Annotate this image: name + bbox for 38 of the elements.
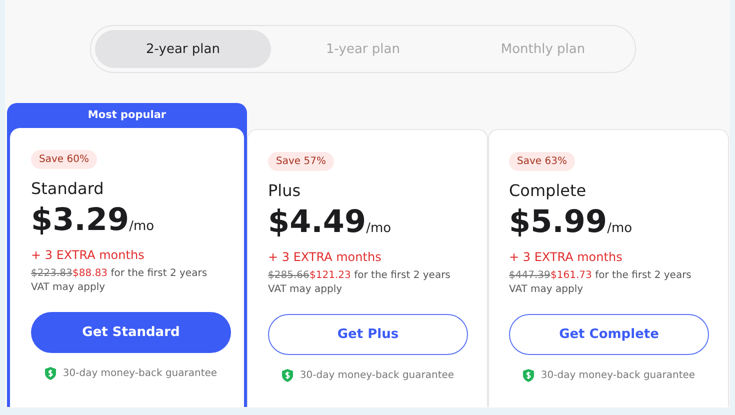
get-plan-button[interactable]: Get Standard	[31, 312, 231, 353]
old-price: $223.83	[31, 268, 72, 279]
plan-name: Complete	[509, 181, 588, 200]
discount-badge: Save 63%	[509, 152, 575, 171]
shield-dollar-icon	[282, 369, 293, 382]
extra-months: + 3 EXTRA months	[31, 248, 146, 262]
plan-name: Plus	[268, 181, 302, 200]
vat-note: VAT may apply	[509, 284, 584, 295]
billing-period: for the first 2 years	[110, 268, 208, 279]
guarantee-note: 30-day money-back guarantee	[540, 370, 696, 381]
plan-price: $5.99	[509, 204, 608, 240]
vat-note: VAT may apply	[268, 284, 344, 295]
guarantee-note: 30-day money-back guarantee	[300, 370, 454, 381]
old-price: $447.39	[509, 270, 550, 281]
new-price: $121.23	[310, 270, 351, 281]
plan-name: Standard	[31, 179, 105, 198]
most-popular-label: Most popular	[86, 108, 168, 123]
shield-dollar-icon	[522, 369, 534, 382]
plan-price: $4.49	[268, 204, 366, 240]
plan-tab[interactable]: 2-year plan	[95, 30, 271, 68]
discount-badge: Save 60%	[31, 150, 97, 169]
get-plan-button[interactable]: Get Complete	[509, 314, 709, 355]
extra-months: + 3 EXTRA months	[268, 250, 382, 264]
new-price: $161.73	[550, 270, 592, 281]
new-price: $88.83	[72, 268, 108, 279]
plan-price: $3.29	[31, 202, 130, 238]
vat-note: VAT may apply	[31, 282, 106, 293]
discount-badge: Save 57%	[268, 152, 334, 171]
billing-period: for the first 2 years	[354, 270, 450, 281]
guarantee-note: 30-day money-back guarantee	[62, 368, 218, 379]
extra-months: + 3 EXTRA months	[509, 250, 624, 264]
price-unit: /mo	[607, 221, 632, 236]
old-price: $285.66	[268, 270, 310, 281]
billing-period: for the first 2 years	[595, 270, 692, 281]
price-unit: /mo	[129, 219, 154, 234]
shield-dollar-icon	[44, 367, 56, 380]
price-unit: /mo	[366, 221, 392, 236]
get-plan-button[interactable]: Get Plus	[268, 314, 468, 355]
